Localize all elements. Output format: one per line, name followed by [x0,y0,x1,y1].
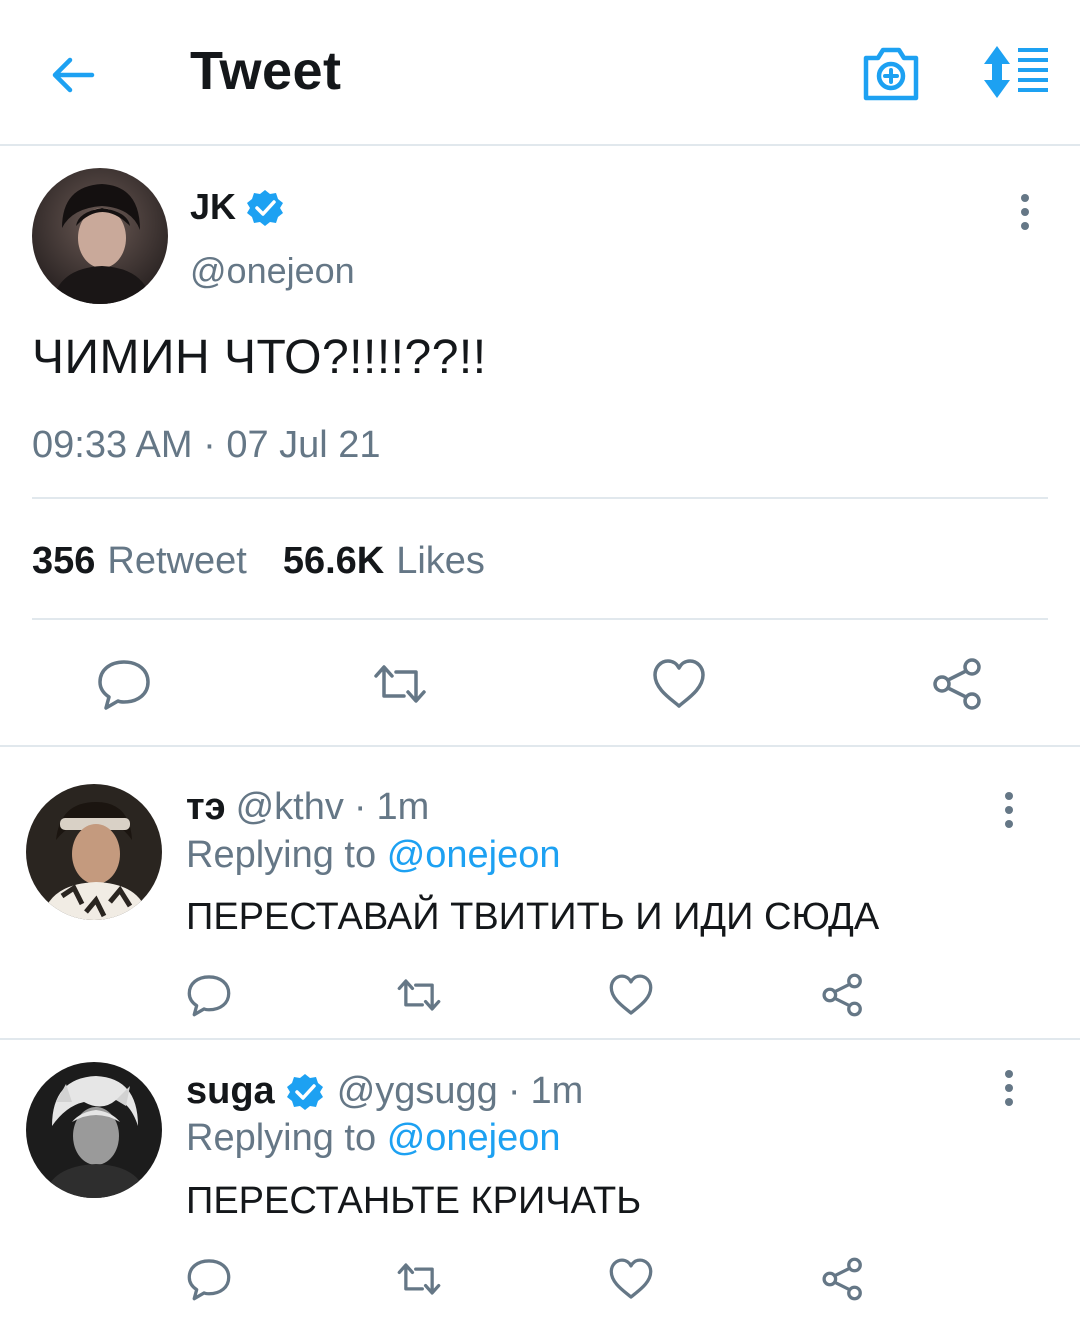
divider [32,618,1048,620]
separator-dot: · [353,786,367,828]
sort-lines-icon[interactable] [982,44,1052,100]
tweet-text: ЧИМИН ЧТО?!!!!??!! [32,331,487,384]
like-icon[interactable] [608,1256,654,1302]
more-options-icon[interactable] [1010,192,1040,232]
retweet-label: Retweet [107,540,247,582]
replying-prefix: Replying to [186,834,377,876]
separator-dot: · [507,1070,521,1112]
reply-author-handle[interactable]: @kthv [236,786,344,829]
reply-text: ПЕРЕСТАВАЙ ТВИТИТЬ И ИДИ СЮДА [186,896,880,938]
replying-prefix: Replying to [186,1117,377,1159]
reply-header: тэ @kthv · 1m [186,786,429,829]
top-bar: Tweet [0,0,1080,146]
tweet-page: Tweet JK @onejeon ЧИМИН ЧТО?!!!!??!! 09:… [0,0,1080,1322]
more-options-icon[interactable] [994,790,1024,830]
replying-to: Replying to @onejeon [186,1117,561,1160]
replying-to: Replying to @onejeon [186,834,561,877]
verified-badge-icon [247,190,283,226]
verified-badge-icon [286,1073,323,1110]
retweet-count: 356 [32,540,96,582]
back-arrow-icon[interactable] [48,50,98,100]
tweet-stats: 356 Retweet 56.6K Likes [32,540,509,583]
reply-icon[interactable] [96,656,152,712]
likes-stat[interactable]: 56.6K Likes [283,540,485,583]
reply-icon[interactable] [186,972,232,1018]
reply-icon[interactable] [186,1256,232,1302]
section-divider [0,1038,1080,1040]
more-options-icon[interactable] [994,1068,1024,1108]
retweet-stat[interactable]: 356 Retweet [32,540,247,583]
avatar[interactable] [26,784,162,920]
reply-author-name[interactable]: suga [186,1070,275,1113]
reply-header: suga @ygsugg · 1m [186,1070,583,1113]
reply-time: 1m [530,1070,584,1112]
reply-time: 1m [376,786,430,828]
reply-author-name[interactable]: тэ [186,786,226,829]
likes-count: 56.6K [282,540,385,582]
share-icon[interactable] [930,656,986,712]
reply-text: ПЕРЕСТАНЬТЕ КРИЧАТЬ [186,1180,642,1222]
share-icon[interactable] [820,1256,866,1302]
retweet-icon[interactable] [372,656,428,712]
page-title: Tweet [190,41,342,101]
like-icon[interactable] [608,972,654,1018]
replying-mention[interactable]: @onejeon [387,834,561,876]
avatar[interactable] [26,1062,162,1198]
retweet-icon[interactable] [396,972,442,1018]
camera-plus-icon[interactable] [860,42,922,104]
avatar[interactable] [32,168,168,304]
reply-author-handle[interactable]: @ygsugg [337,1070,498,1113]
author-name[interactable]: JK [190,186,236,228]
divider [32,497,1048,499]
author-handle[interactable]: @onejeon [190,250,355,292]
retweet-icon[interactable] [396,1256,442,1302]
likes-label: Likes [396,540,485,582]
replying-mention[interactable]: @onejeon [387,1117,561,1159]
section-divider [0,745,1080,747]
tweet-timestamp: 09:33 AM · 07 Jul 21 [32,424,381,466]
like-icon[interactable] [651,656,707,712]
share-icon[interactable] [820,972,866,1018]
